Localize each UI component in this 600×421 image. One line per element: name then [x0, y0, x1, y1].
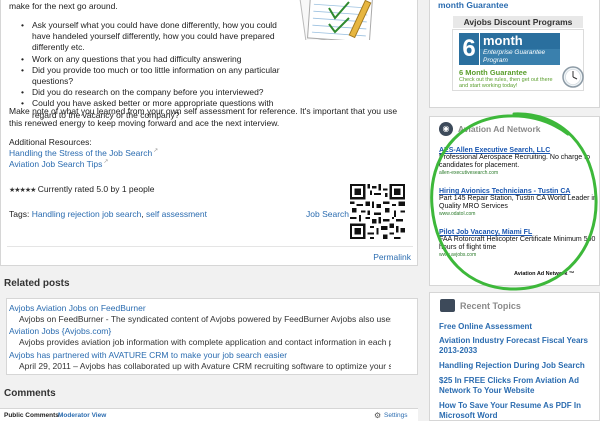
qr-code-icon [350, 184, 405, 239]
guarantee-banner[interactable]: 6 month Enterprise Guarantee Program 6 M… [452, 29, 584, 91]
banner-small-text: Check out the rules, then get out there … [459, 77, 553, 89]
related-post-desc: Avjobs provides aviation job information… [19, 337, 391, 347]
banner-month-label: month [480, 33, 560, 49]
rating-text: Currently rated 5.0 by 1 people [35, 184, 155, 194]
comments-heading: Comments [4, 388, 56, 399]
discount-programs-heading: Avjobs Discount Programs [453, 16, 583, 28]
ad-unit[interactable]: Hiring Avionics Technicians - Tustin CA … [439, 188, 597, 217]
ad-unit[interactable]: Pilot Job Vacancy, Miami FL FAA Rotorcra… [439, 229, 597, 258]
external-link-icon: ↗ [103, 159, 109, 165]
resource-link-stress[interactable]: Handling the Stress of the Job Search↗ [9, 147, 158, 158]
article-intro-text: make for the next go around. [9, 1, 118, 11]
ad-text: FAA Rotorcraft Helicopter Certificate Mi… [439, 236, 596, 252]
related-post-title[interactable]: Avjobs has partnered with AVATURE CRM to… [9, 350, 287, 360]
tags-label: Tags: [9, 209, 32, 219]
list-item: Work on any questions that you had diffi… [21, 54, 291, 65]
resource-link-tips[interactable]: Aviation Job Search Tips↗ [9, 158, 108, 169]
public-comments-label[interactable]: Public Comments [4, 412, 59, 419]
sidebar-discount-widget: month Guarantee Avjobs Discount Programs… [429, 0, 600, 108]
related-post-title[interactable]: Aviation Jobs {Avjobs.com} [9, 326, 111, 336]
resource-link-label[interactable]: Handling the Stress of the Job Search [9, 148, 152, 158]
banner-subtitle: Enterprise Guarantee Program [480, 49, 560, 65]
rating-widget[interactable]: ★★★★★ Currently rated 5.0 by 1 people [9, 184, 154, 194]
permalink-link[interactable]: Permalink [373, 252, 411, 262]
recent-topic-link[interactable]: How To Save Your Resume As PDF In Micros… [439, 401, 597, 421]
ad-unit[interactable]: AES-Allen Executive Search, LLC Professi… [439, 147, 597, 176]
tags-row: Tags: Handling rejection job search, sel… [9, 209, 207, 219]
recent-topic-link[interactable]: Free Online Assessment [439, 322, 597, 332]
public-comments-tab[interactable]: Public Comments · [4, 412, 63, 419]
article-note-paragraph: Make note of what you learned from your … [9, 106, 398, 128]
ad-text: Professional Aerospace Recruiting. No ch… [439, 154, 590, 170]
divider [7, 246, 413, 247]
aviation-ad-network-widget: ◉ Aviation Ad Network AES-Allen Executiv… [429, 116, 600, 286]
ad-headline[interactable]: AES-Allen Executive Search, LLC [439, 147, 597, 154]
gear-icon[interactable]: ⚙ [374, 411, 381, 420]
tag-link[interactable]: self assessment [146, 209, 207, 219]
recent-topic-link[interactable]: Aviation Industry Forecast Fiscal Years … [439, 336, 597, 356]
notepad-illustration [299, 0, 373, 40]
comments-toolbar: Public Comments · Moderator View ⚙ Setti… [0, 408, 418, 421]
tag-link[interactable]: Job Search [306, 209, 349, 219]
banner-guarantee-text: 6 Month Guarantee [459, 68, 527, 77]
related-post-desc: April 29, 2011 – Avjobs has collaborated… [19, 361, 391, 371]
rating-stars-icon[interactable]: ★★★★★ [9, 187, 36, 194]
related-posts-list: Avjobs Aviation Jobs on FeedBurner Avjob… [6, 298, 418, 375]
tag-link[interactable]: Handling rejection job search [32, 209, 142, 219]
external-link-icon: ↗ [153, 148, 159, 154]
related-post-desc: Avjobs on FeedBurner - The syndicated co… [19, 314, 391, 324]
ad-network-logo-icon: ◉ [439, 122, 453, 136]
related-post-title[interactable]: Avjobs Aviation Jobs on FeedBurner [9, 303, 146, 313]
ad-network-heading: Aviation Ad Network [458, 124, 541, 134]
list-item: Did you do research on the company befor… [21, 87, 291, 98]
clock-icon [562, 66, 584, 88]
article-body: make for the next go around. Ask yoursel… [0, 0, 418, 266]
ad-text: Part 145 Repair Station, Tustin CA World… [439, 195, 597, 211]
settings-link[interactable]: Settings [384, 412, 408, 419]
ad-headline[interactable]: Pilot Job Vacancy, Miami FL [439, 229, 597, 236]
list-item: Did you provide too much or too little i… [21, 65, 291, 87]
resources-heading: Additional Resources: [9, 137, 92, 147]
list-item: Ask yourself what you could have done di… [21, 20, 291, 54]
recent-topics-widget: Recent Topics Free Online Assessment Avi… [429, 292, 600, 421]
ad-url[interactable]: allen-executivesearch.com [439, 170, 597, 176]
ad-url[interactable]: www.odatol.com [439, 211, 597, 217]
guarantee-link[interactable]: month Guarantee [438, 0, 508, 10]
recent-topic-link[interactable]: $25 In FREE Clicks From Aviation Ad Netw… [439, 376, 597, 396]
ad-headline[interactable]: Hiring Avionics Technicians - Tustin CA [439, 188, 597, 195]
ad-network-footer: Aviation Ad Network ™ [514, 271, 575, 277]
moderator-view-tab[interactable]: Moderator View [58, 412, 106, 419]
recent-topics-heading: Recent Topics [460, 301, 521, 311]
resource-link-label[interactable]: Aviation Job Search Tips [9, 159, 102, 169]
recent-topic-link[interactable]: Handling Rejection During Job Search [439, 361, 597, 371]
banner-number: 6 [459, 33, 479, 65]
related-posts-heading: Related posts [4, 278, 70, 289]
chat-bubble-icon [440, 299, 455, 312]
ad-url[interactable]: www.avjobs.com [439, 252, 597, 258]
